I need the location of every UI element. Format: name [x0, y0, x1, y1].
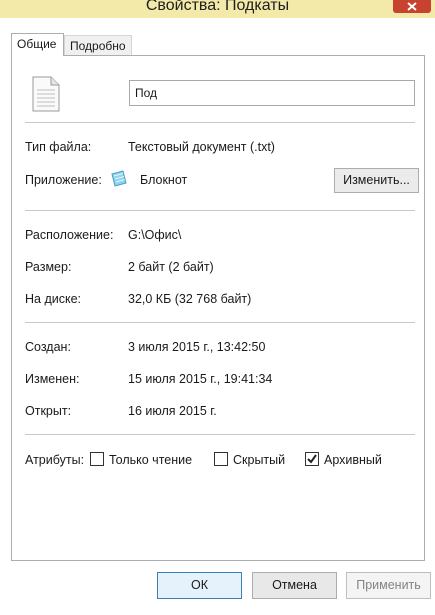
- attributes-label: Атрибуты:: [25, 453, 85, 467]
- type-label: Тип файла:: [25, 140, 92, 154]
- general-panel: [11, 55, 425, 561]
- cancel-button[interactable]: Отмена: [252, 572, 337, 599]
- archive-label[interactable]: Архивный: [324, 453, 382, 467]
- separator: [25, 434, 415, 435]
- separator: [25, 122, 415, 123]
- readonly-label[interactable]: Только чтение: [109, 453, 192, 467]
- notepad-icon: [111, 170, 127, 187]
- apply-button[interactable]: Применить: [346, 572, 431, 599]
- hidden-label[interactable]: Скрытый: [233, 453, 285, 467]
- ok-button[interactable]: ОК: [157, 572, 242, 599]
- archive-checkbox[interactable]: [305, 452, 319, 466]
- close-button[interactable]: [393, 0, 431, 13]
- app-label: Приложение:: [25, 173, 102, 187]
- modified-label: Изменен:: [25, 372, 80, 386]
- window-title: Свойства: Подкаты: [145, 0, 290, 14]
- size-label: Размер:: [25, 260, 72, 274]
- title-bar: Свойства: Подкаты: [0, 0, 435, 18]
- created-label: Создан:: [25, 340, 71, 354]
- app-value: Блокнот: [140, 173, 188, 187]
- location-value: G:\Офис\: [128, 228, 182, 242]
- checkmark-icon: [307, 454, 317, 464]
- separator: [25, 322, 415, 323]
- size-value: 2 байт (2 байт): [128, 260, 214, 274]
- tab-general[interactable]: Общие: [11, 33, 64, 56]
- modified-value: 15 июля 2015 г., 19:41:34: [128, 372, 273, 386]
- opened-label: Открыт:: [25, 404, 72, 418]
- disk-size-label: На диске:: [25, 292, 82, 306]
- separator: [25, 210, 415, 211]
- tab-details[interactable]: Подробно: [64, 35, 132, 55]
- hidden-checkbox[interactable]: [214, 452, 228, 466]
- opened-value: 16 июля 2015 г.: [128, 404, 217, 418]
- type-value: Текстовый документ (.txt): [128, 140, 275, 154]
- disk-size-value: 32,0 КБ (32 768 байт): [128, 292, 252, 306]
- file-name-input[interactable]: Под: [129, 80, 415, 106]
- text-file-icon: [32, 76, 60, 112]
- location-label: Расположение:: [25, 228, 114, 242]
- readonly-checkbox[interactable]: [90, 452, 104, 466]
- created-value: 3 июля 2015 г., 13:42:50: [128, 340, 266, 354]
- close-icon: [407, 2, 417, 11]
- change-button[interactable]: Изменить...: [334, 168, 419, 193]
